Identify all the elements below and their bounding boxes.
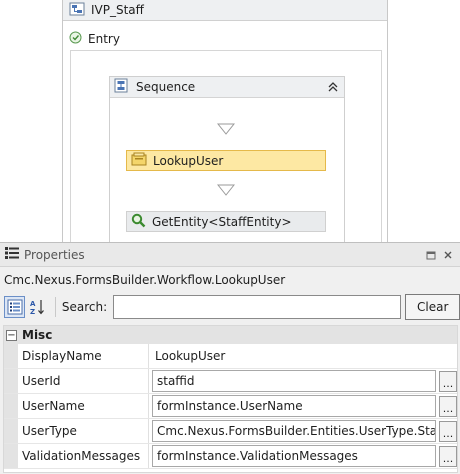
designer-canvas: IVP_Staff Entry Sequence LookupUser GetE… [0, 0, 460, 250]
drop-arrow-icon[interactable] [216, 123, 236, 135]
property-row: ValidationMessages formInstance.Validati… [4, 444, 457, 469]
categorized-icon[interactable] [4, 295, 26, 318]
selected-object-type: Cmc.Nexus.FormsBuilder.Workflow.LookupUs… [0, 267, 460, 292]
close-icon[interactable] [441, 248, 455, 262]
workflow-title: IVP_Staff [91, 3, 144, 17]
property-value[interactable]: LookupUser [152, 349, 225, 363]
property-value-field[interactable]: Cmc.Nexus.FormsBuilder.Entities.UserType… [152, 420, 436, 442]
workflow-header[interactable]: IVP_Staff [63, 0, 387, 21]
properties-panel: Properties Cmc.Nexus.FormsBuilder.Workfl… [0, 242, 460, 474]
entry-label: Entry [88, 32, 120, 46]
category-label: Misc [22, 328, 53, 342]
alphabetical-icon[interactable]: A Z [27, 296, 48, 318]
ellipsis-button[interactable]: ... [439, 420, 457, 442]
panel-title: Properties [24, 247, 85, 262]
sequence-title: Sequence [136, 80, 196, 94]
restore-icon[interactable] [424, 248, 438, 262]
property-name: UserId [18, 369, 149, 393]
property-grid: − Misc DisplayName LookupUser UserId sta… [3, 325, 458, 473]
property-row: UserName formInstance.UserName ... [4, 394, 457, 419]
ellipsis-button[interactable]: ... [439, 445, 457, 467]
clear-button[interactable]: Clear [405, 293, 460, 320]
collapse-category-icon[interactable]: − [6, 329, 17, 341]
property-row: UserId staffid ... [4, 369, 457, 394]
workflow-body: Sequence LookupUser GetEntity<StaffEntit… [70, 50, 382, 250]
activity-label: LookupUser [153, 153, 224, 168]
property-value-field[interactable]: formInstance.ValidationMessages [152, 445, 436, 467]
property-value-cell[interactable]: LookupUser [149, 344, 457, 368]
collapse-icon[interactable] [326, 80, 340, 94]
property-value-cell: staffid ... [149, 369, 457, 393]
properties-icon [4, 246, 20, 263]
property-value-cell: Cmc.Nexus.FormsBuilder.Entities.UserType… [149, 419, 457, 443]
entry-icon [69, 31, 82, 47]
sequence-header[interactable]: Sequence [110, 77, 344, 98]
property-name: ValidationMessages [18, 444, 149, 468]
properties-toolbar: A Z Search: Clear [0, 292, 460, 321]
category-header[interactable]: − Misc [4, 326, 457, 344]
drop-arrow-icon[interactable] [216, 184, 236, 196]
property-row: DisplayName LookupUser [4, 344, 457, 369]
svg-text:Z: Z [30, 308, 35, 316]
sequence-activity[interactable]: Sequence LookupUser GetEntity<StaffEntit… [109, 76, 345, 246]
property-name: UserType [18, 419, 149, 443]
entry-node[interactable]: Entry [69, 31, 120, 47]
ellipsis-button[interactable]: ... [439, 370, 457, 392]
activity-label: GetEntity<StaffEntity> [152, 214, 292, 229]
property-value-cell: formInstance.ValidationMessages ... [149, 444, 457, 468]
property-value-field[interactable]: staffid [152, 370, 436, 392]
sequence-icon [114, 78, 128, 96]
svg-text:A: A [30, 300, 36, 308]
workflow-container[interactable]: IVP_Staff Entry Sequence LookupUser GetE… [62, 0, 388, 250]
property-value-field[interactable]: formInstance.UserName [152, 395, 436, 417]
property-name: DisplayName [18, 344, 149, 368]
search-label: Search: [61, 299, 108, 314]
search-input[interactable] [113, 294, 402, 319]
toolbar-separator [54, 296, 56, 317]
ellipsis-button[interactable]: ... [439, 395, 457, 417]
property-row: UserType Cmc.Nexus.FormsBuilder.Entities… [4, 419, 457, 444]
activity-lookup-user[interactable]: LookupUser [126, 150, 326, 171]
lookup-icon [131, 152, 147, 169]
property-value-cell: formInstance.UserName ... [149, 394, 457, 418]
workflow-icon [69, 2, 85, 19]
search-icon [131, 213, 146, 231]
activity-get-entity[interactable]: GetEntity<StaffEntity> [126, 211, 326, 232]
property-name: UserName [18, 394, 149, 418]
properties-title-bar[interactable]: Properties [0, 243, 460, 267]
